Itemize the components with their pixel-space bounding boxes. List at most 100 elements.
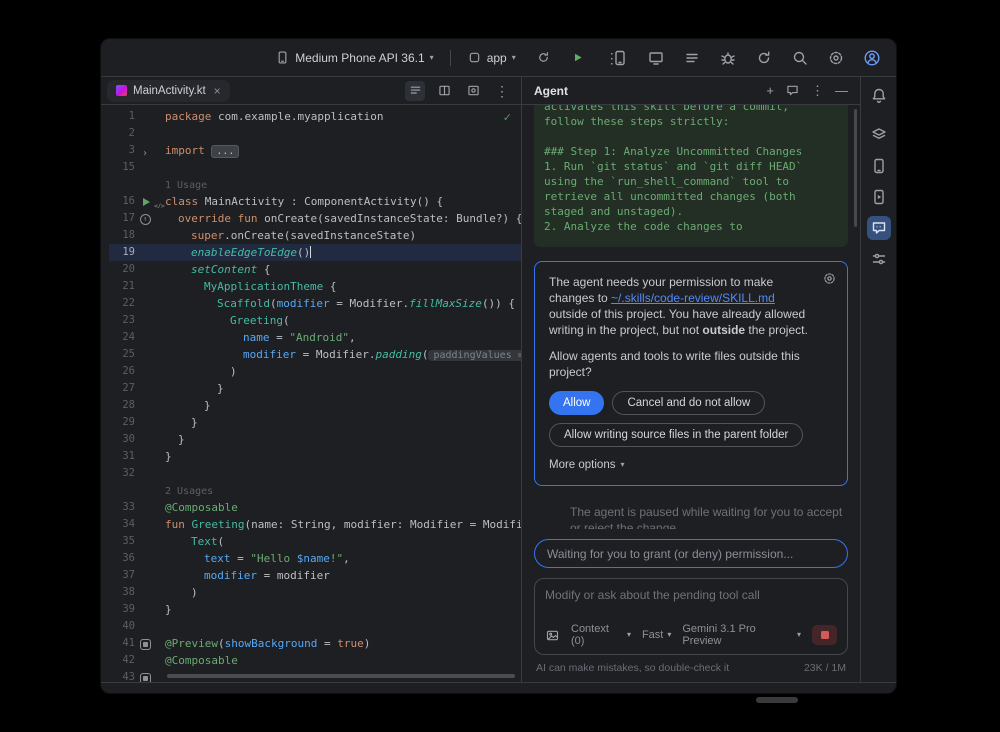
notifications-button[interactable] [867,84,891,108]
line-number: 30 [109,431,135,448]
speed-selector[interactable]: Fast▾ [642,629,671,641]
tools-button[interactable] [867,247,891,271]
permission-question: Allow agents and tools to write files ou… [549,348,833,380]
new-chat-plus-icon[interactable]: + [766,84,774,97]
line-number: 42 [109,652,135,669]
line-number: 26 [109,363,135,380]
device-manager-button[interactable] [608,46,632,70]
usage-inlay-hint[interactable]: 2 Usages [165,486,213,497]
code-line: 36text = "Hello $name!", [109,550,521,567]
code-line: 29} [109,414,521,431]
code-line: 27} [109,380,521,397]
line-number: 27 [109,380,135,397]
account-button[interactable] [860,46,884,70]
agent-footer: AI can make mistakes, so double-check it… [534,655,848,682]
hide-panel-icon[interactable]: — [835,84,848,97]
line-number: 32 [109,465,135,482]
line-number: 19 [109,244,135,261]
sync-project-button[interactable] [532,46,556,70]
tab-title: MainActivity.kt [133,85,206,97]
device-mirroring-button[interactable] [644,46,668,70]
allow-button[interactable]: Allow [549,391,604,415]
more-options-button[interactable]: More options ▾ [549,459,625,471]
run-config-selector[interactable]: app ▾ [461,47,522,68]
running-devices-tool-button[interactable] [867,185,891,209]
line-number: 29 [109,414,135,431]
main-toolbar: Medium Phone API 36.1 ▾ app ▾ ⋮ [101,39,896,77]
device-selector[interactable]: Medium Phone API 36.1 ▾ [269,47,439,68]
code-line: 3import ... [109,142,521,159]
split-view-button[interactable] [434,81,454,101]
line-number: 18 [109,227,135,244]
search-icon [791,49,809,67]
agent-more-icon[interactable]: ⋮ [811,84,824,97]
usage-inlay-hint[interactable]: 1 Usage [165,180,207,191]
override-marker-icon[interactable] [140,214,151,225]
phone-device-icon [275,50,290,65]
preview-marker-icon[interactable] [140,673,151,683]
agent-code-block-text: activates this skill before a commit, fo… [544,105,838,234]
settings-button[interactable] [824,46,848,70]
code-inlay-line: 1 Usage [109,176,521,193]
code-line: 25modifier = Modifier.padding(paddingVal… [109,346,521,363]
line-number [109,482,135,499]
permission-wait-input[interactable]: Waiting for you to grant (or deny) permi… [534,539,848,568]
code-line: 35Text( [109,533,521,550]
preview-marker-icon[interactable] [140,639,151,650]
status-bar [101,682,896,693]
stop-icon [821,631,829,639]
editor-more-button[interactable]: ⋮ [492,81,512,101]
run-app-button[interactable] [566,46,590,70]
design-view-button[interactable] [463,81,483,101]
fold-arrow-icon[interactable] [140,145,152,157]
line-number: 17 [109,210,135,227]
permission-settings-gear-icon[interactable] [822,271,837,286]
context-selector[interactable]: Context (0)▾ [571,623,631,647]
line-number: 33 [109,499,135,516]
stop-generation-button[interactable] [812,625,837,645]
code-line: 42@Composable [109,652,521,669]
code-vision-icon[interactable] [154,196,166,208]
bug-report-button[interactable] [716,46,740,70]
tab-mainactivity[interactable]: MainActivity.kt × [107,80,230,102]
logcat-button[interactable] [680,46,704,70]
chat-scrollbar[interactable] [854,109,857,227]
code-editor[interactable]: 1package com.example.myapplication23impo… [101,105,521,682]
close-tab-icon[interactable]: × [214,85,221,97]
agent-tool-button[interactable] [867,216,891,240]
text-caret [310,246,311,258]
code-view-button[interactable] [405,81,425,101]
agent-compose-box[interactable]: Modify or ask about the pending tool cal… [534,578,848,655]
model-selector[interactable]: Gemini 3.1 Pro Preview▾ [682,623,801,647]
build-tool-button[interactable] [867,123,891,147]
gradle-sync-button[interactable] [752,46,776,70]
code-view-icon [408,83,423,98]
code-line: 24name = "Android", [109,329,521,346]
search-everywhere-button[interactable] [788,46,812,70]
attach-image-icon[interactable] [545,628,560,643]
line-number: 34 [109,516,135,533]
code-line: 19enableEdgeToEdge() [109,244,521,261]
code-inlay-line: 2 Usages [109,482,521,499]
cancel-do-not-allow-button[interactable]: Cancel and do not allow [612,391,765,415]
line-number: 2 [109,125,135,142]
allow-parent-folder-button[interactable]: Allow writing source files in the parent… [549,423,803,447]
sync-icon [536,50,551,65]
app-module-icon [467,50,482,65]
code-line: 28} [109,397,521,414]
agent-paused-message: The agent is paused while waiting for yo… [570,504,855,529]
editor-pane: MainActivity.kt × ⋮ 1package com.example… [101,77,522,682]
line-number: 23 [109,312,135,329]
run-marker-icon[interactable] [140,196,152,208]
toolbar-divider [450,50,451,66]
chat-history-icon[interactable] [785,83,800,98]
device-selector-label: Medium Phone API 36.1 [295,51,424,65]
bell-icon [870,87,888,105]
inspections-ok-icon[interactable]: ✓ [503,111,512,124]
bug-icon [719,49,737,67]
line-number: 35 [109,533,135,550]
horizontal-scrollbar[interactable] [167,674,515,678]
skill-file-link[interactable]: ~/.skills/code-review/SKILL.md [611,291,775,305]
device-manager-tool-button[interactable] [867,154,891,178]
agent-chat-area[interactable]: activates this skill before a commit, fo… [522,105,860,529]
